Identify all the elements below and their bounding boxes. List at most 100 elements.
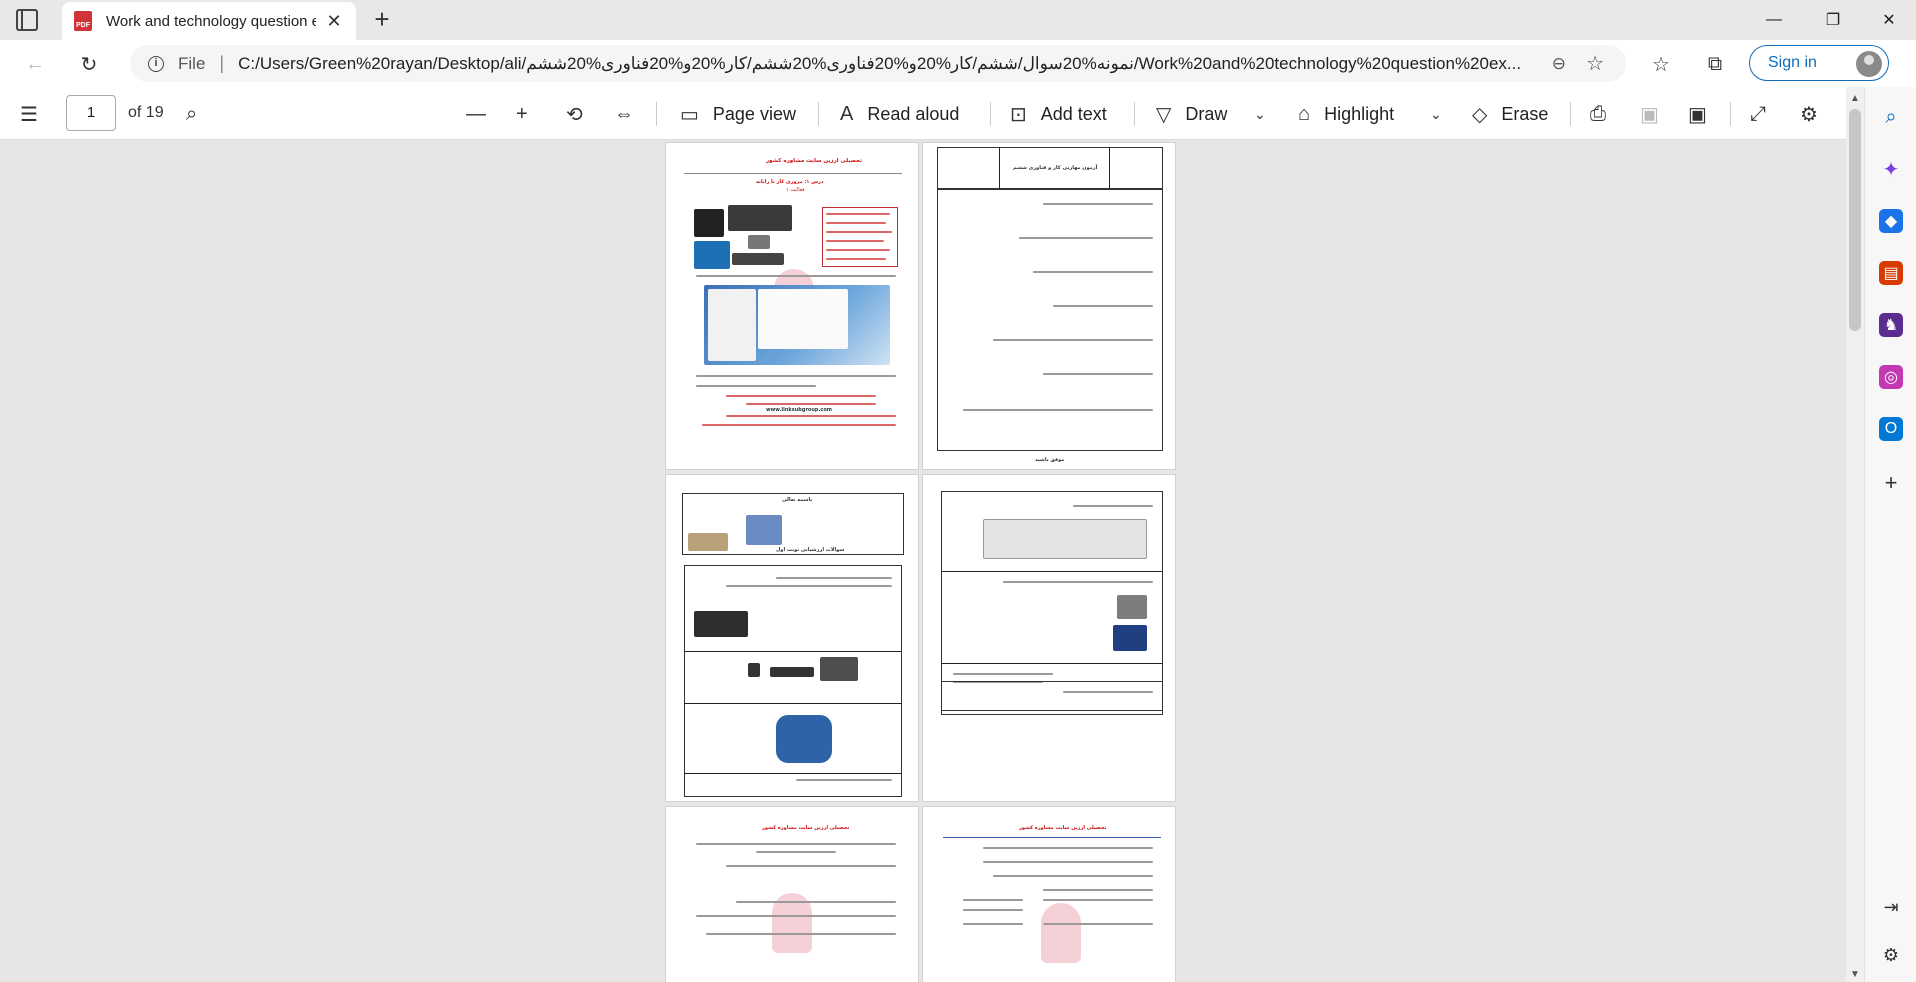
close-icon[interactable]: ✕: [324, 11, 344, 32]
rotate-icon[interactable]: ⟲: [566, 99, 583, 129]
pdf-page-2: آزمون مهارتی کار و فناوری ششم موفق باشید: [922, 142, 1176, 470]
settings-icon[interactable]: ⚙: [1800, 99, 1818, 129]
window-close-icon[interactable]: ✕: [1866, 6, 1912, 34]
collections-icon[interactable]: ⧉: [1700, 50, 1730, 78]
copilot-icon[interactable]: ✦: [1879, 157, 1903, 181]
tab-actions-icon[interactable]: [16, 9, 38, 31]
pdf-page-4: [922, 474, 1176, 802]
draw-button[interactable]: ▽ Draw: [1156, 99, 1227, 129]
vertical-scrollbar[interactable]: ▲ ▼: [1846, 87, 1864, 982]
draw-icon: ▽: [1156, 103, 1172, 126]
add-icon[interactable]: +: [1879, 470, 1903, 495]
page-subtitle: درس ۱: مروری کار با رایانه: [756, 179, 824, 185]
watermark-logo-3: [1041, 903, 1081, 963]
computer-set-image: [694, 611, 748, 637]
erase-label: Erase: [1501, 103, 1549, 124]
highlight-dropdown-icon[interactable]: ⌄: [1430, 99, 1442, 129]
keyboard-image-2: [770, 667, 814, 677]
minimize-icon[interactable]: —: [1751, 6, 1797, 34]
star-plus-icon[interactable]: ☆: [1586, 51, 1604, 76]
question-box: [937, 189, 1163, 451]
good-luck-text: موفق باشید: [1035, 457, 1065, 463]
tools-icon[interactable]: ▤: [1879, 261, 1903, 285]
read-aloud-button[interactable]: A Read aloud: [840, 99, 959, 129]
pc-case-image: [694, 209, 724, 237]
highlight-button[interactable]: ⌂ Highlight: [1298, 99, 1394, 129]
search-icon[interactable]: ⌕: [186, 99, 197, 129]
sidebar-collapse-icon[interactable]: ⇥: [1879, 895, 1903, 919]
games-icon[interactable]: ♞: [1879, 313, 1903, 337]
address-bar-row: ← ↻ i File | C:/Users/Green%20rayan/Desk…: [0, 40, 1916, 87]
read-aloud-label: Read aloud: [867, 103, 960, 124]
favorites-icon[interactable]: ☆: [1646, 50, 1676, 78]
page-view-label: Page view: [712, 103, 796, 124]
zoom-out-icon[interactable]: —: [466, 99, 486, 129]
print-icon[interactable]: ⎙: [1590, 99, 1606, 129]
pdf-page-1: تحصیلی ارزین سایت مشاوره کشور درس ۱: مرو…: [665, 142, 919, 470]
outlook-icon[interactable]: O: [1879, 417, 1903, 441]
page-total: of 19: [128, 104, 164, 121]
page-view-icon: ▭: [680, 103, 699, 126]
scroll-down-icon[interactable]: ▼: [1850, 969, 1860, 980]
erase-button[interactable]: ◇ Erase: [1472, 99, 1548, 129]
site-link: www.linksubgroup.com: [766, 407, 832, 413]
search-icon[interactable]: ⌕: [1879, 105, 1903, 129]
add-text-button[interactable]: ⊡ Add text: [1010, 99, 1107, 129]
pdf-page-6: تحصیلی ارزین سایت مشاوره کشور: [922, 806, 1176, 982]
sign-in-button[interactable]: Sign in: [1749, 45, 1889, 81]
printer-image: [728, 205, 792, 231]
add-text-label: Add text: [1040, 103, 1107, 124]
edge-sidebar: ⌕ ✦ ◆ ▤ ♞ ◎ O + ⇥ ⚙: [1864, 87, 1916, 982]
power-supply-image: [1113, 625, 1147, 651]
info-icon[interactable]: i: [148, 55, 164, 72]
contents-icon[interactable]: ☰: [20, 99, 38, 129]
office-icon[interactable]: ◎: [1879, 365, 1903, 389]
zoom-icon[interactable]: ⊖: [1552, 54, 1566, 74]
keyboard-diagram-image: [983, 519, 1147, 559]
address-bar[interactable]: i File | C:/Users/Green%20rayan/Desktop/…: [130, 45, 1626, 82]
scroll-up-icon[interactable]: ▲: [1850, 93, 1860, 104]
page-heading: فعالیت ۱: [786, 187, 805, 193]
save-icon[interactable]: ▣: [1640, 99, 1659, 129]
books-image: [688, 533, 728, 551]
url-text[interactable]: C:/Users/Green%20rayan/Desktop/ali/نمونه…: [238, 54, 1568, 74]
exam-subtitle: سوالات ارزشیابی نوبت اول: [776, 547, 845, 553]
page-header: تحصیلی ارزین سایت مشاوره کشور: [766, 158, 863, 164]
back-arrow-icon[interactable]: ←: [20, 50, 50, 78]
add-text-icon: ⊡: [1010, 103, 1027, 126]
sidebar-settings-icon[interactable]: ⚙: [1879, 943, 1903, 967]
bismillah-text: باسمه تعالی: [782, 497, 813, 503]
tab-active[interactable]: PDF Work and technology question e ✕: [62, 2, 356, 40]
url-separator: |: [219, 53, 225, 73]
pdf-viewer[interactable]: تحصیلی ارزین سایت مشاوره کشور درس ۱: مرو…: [0, 140, 1846, 982]
fullscreen-icon[interactable]: ⤢: [1750, 99, 1766, 129]
restore-icon[interactable]: ❐: [1810, 6, 1856, 34]
scanner-image: [748, 235, 770, 249]
shopping-tag-icon[interactable]: ◆: [1879, 209, 1903, 233]
exam-title: آزمون مهارتی کار و فناوری ششم: [1013, 165, 1098, 171]
speaker-image: [748, 663, 760, 677]
page-number-input[interactable]: 1: [66, 95, 116, 131]
school-image: [746, 515, 782, 545]
read-aloud-icon: A: [840, 102, 854, 125]
pdf-file-icon: PDF: [74, 11, 92, 31]
url-scheme-label: File: [178, 53, 206, 73]
refresh-icon[interactable]: ↻: [74, 50, 104, 78]
draw-dropdown-icon[interactable]: ⌄: [1254, 99, 1266, 129]
page-header-6: تحصیلی ارزین سایت مشاوره کشور: [1019, 825, 1107, 831]
save-as-icon[interactable]: ▣: [1688, 99, 1707, 129]
sign-in-label: Sign in: [1768, 54, 1817, 71]
fit-page-icon[interactable]: ⇔: [614, 99, 634, 129]
highlight-icon: ⌂: [1298, 102, 1311, 125]
monitor-image: [694, 241, 730, 269]
tab-title: Work and technology question e: [106, 12, 316, 30]
pdf-page-5: تحصیلی ارزین سایت مشاوره کشور: [665, 806, 919, 982]
scrollbar-thumb[interactable]: [1849, 109, 1861, 331]
eraser-icon: ◇: [1472, 103, 1488, 126]
page-view-button[interactable]: ▭ Page view: [680, 99, 796, 129]
pdf-page-3: باسمه تعالی سوالات ارزشیابی نوبت اول: [665, 474, 919, 802]
zoom-in-icon[interactable]: +: [516, 99, 528, 129]
pdf-toolbar: ☰ 1 of 19 ⌕ — + ⟲ ⇔ ▭ Page view A Read a…: [0, 87, 1916, 140]
plus-icon[interactable]: +: [368, 6, 396, 32]
draw-label: Draw: [1185, 103, 1228, 124]
